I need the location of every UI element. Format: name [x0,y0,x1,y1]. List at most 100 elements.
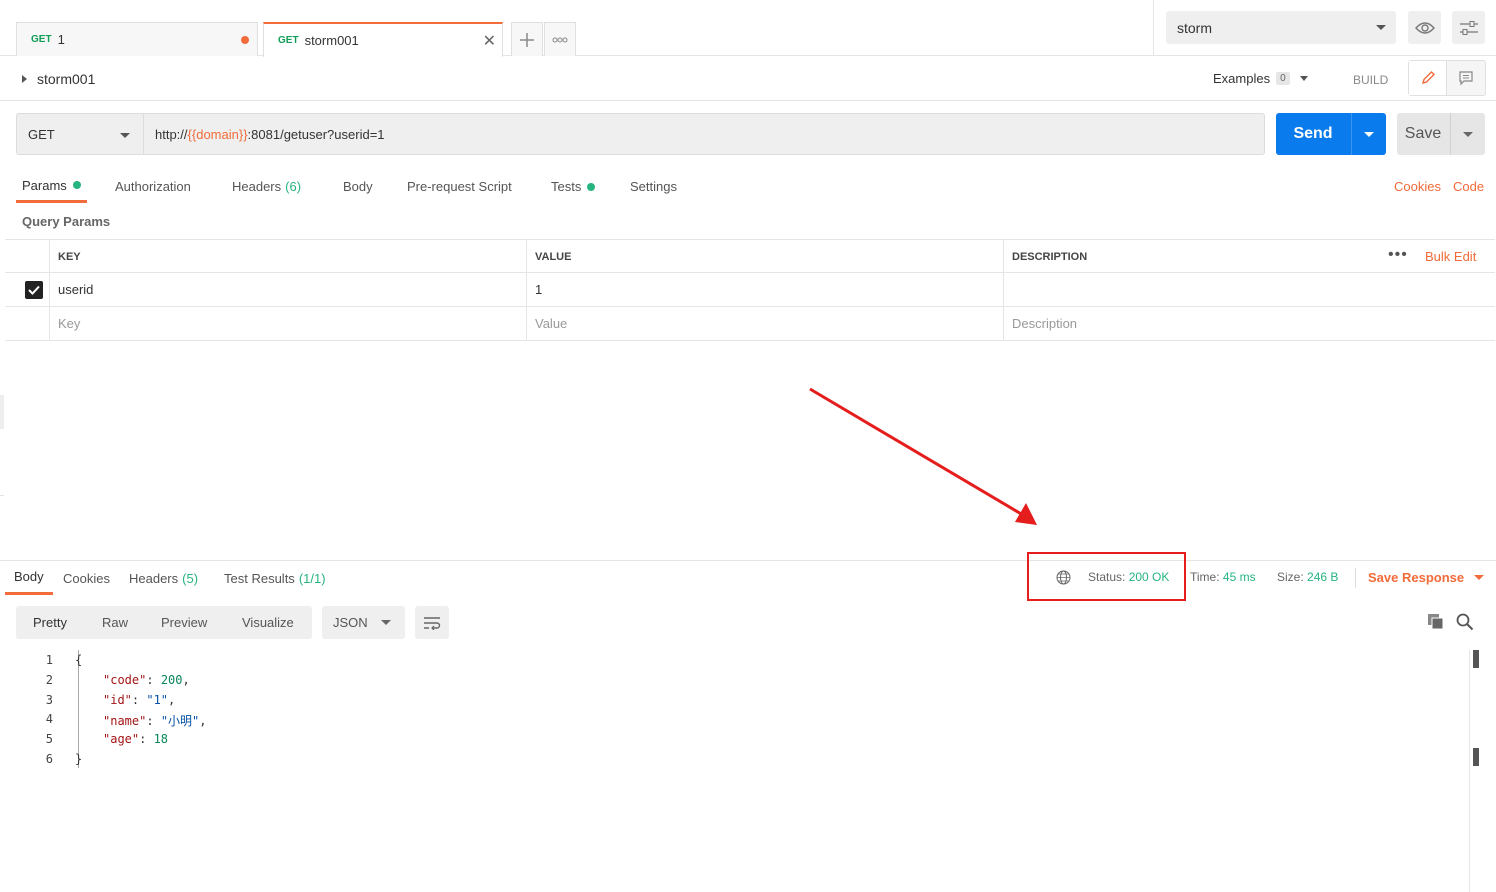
examples-dropdown[interactable]: Examples 0 [1213,71,1308,86]
json-value: 18 [153,732,169,746]
url-variable: {{domain}} [187,126,248,142]
tab-pre-request-script[interactable]: Pre-request Script [407,170,512,203]
param-description[interactable] [1003,273,1495,306]
new-tab-button[interactable] [511,22,543,56]
response-body-editor[interactable]: 1 2 3 4 5 6 { "code": 200, "id": "1", "n… [5,650,1470,890]
view-visualize[interactable]: Visualize [242,606,294,639]
environment-quick-look-button[interactable] [1408,11,1441,44]
new-value-input[interactable]: Value [526,307,1004,340]
line-number: 5 [45,732,53,746]
annotation-highlight-box [1027,552,1186,601]
copy-icon[interactable] [1427,613,1445,630]
save-button[interactable]: Save [1397,113,1449,155]
scrollbar-thumb[interactable] [1473,650,1479,668]
build-label: BUILD [1353,73,1389,87]
view-raw[interactable]: Raw [102,606,128,639]
tab-tests[interactable]: Tests [551,170,596,203]
tab-label: Test Results [224,570,295,586]
tab-label: Body [343,179,373,194]
sliders-icon [1459,20,1478,35]
request-tab-1[interactable]: GET 1 [16,22,258,56]
chevron-down-icon [1463,131,1473,137]
more-horizontal-icon[interactable]: ••• [1388,246,1408,264]
tab-body[interactable]: Body [343,170,373,203]
response-tab-test-results[interactable]: Test Results (1/1) [224,561,326,595]
time-label: Time: [1190,570,1220,584]
comment-icon [1459,71,1473,86]
tab-method: GET [278,35,299,46]
code-line: "age": 18 [103,732,169,746]
tab-label: Headers [129,570,179,586]
view-pretty[interactable]: Pretty [33,606,67,639]
url-prefix: http:// [155,126,188,142]
mode-toggle [1408,60,1486,96]
line-number: 1 [45,653,53,667]
send-button[interactable]: Send [1276,113,1350,155]
more-horizontal-icon [552,37,568,42]
chevron-down-icon [1376,25,1386,30]
checkmark-icon [28,285,40,295]
comments-button[interactable] [1447,61,1485,95]
response-tab-body[interactable]: Body [5,561,53,595]
response-header: Body Cookies Headers (5) Test Results (1… [0,560,1496,595]
plus-icon [520,32,534,47]
close-icon[interactable]: ✕ [483,31,496,51]
send-options-button[interactable] [1351,113,1386,155]
response-tab-cookies[interactable]: Cookies [63,561,110,595]
line-number: 6 [45,752,53,766]
code-line: "id": "1", [103,693,176,707]
format-select[interactable]: JSON [322,606,405,639]
param-value[interactable]: 1 [526,273,1004,306]
format-value: JSON [333,615,368,630]
wrap-lines-button[interactable] [415,606,449,639]
url-input[interactable]: http:// {{domain}} :8081/getuser?userid=… [144,113,1265,155]
response-size[interactable]: Size: 246 B [1277,570,1338,584]
save-options-button[interactable] [1450,113,1485,155]
tab-params[interactable]: Params [16,170,87,203]
manage-environments-button[interactable] [1452,11,1485,44]
fold-guide [78,650,79,768]
code-line: } [75,752,83,766]
body-view-options: Pretty Raw Preview Visualize [16,606,312,639]
eye-icon [1414,21,1435,34]
divider [1355,568,1356,588]
code-line: { [75,653,83,667]
new-description-input[interactable]: Description [1003,307,1495,340]
line-number: 2 [45,673,53,687]
status-dot-icon [587,182,596,191]
tab-headers[interactable]: Headers (6) [232,170,301,203]
environment-select[interactable]: storm [1166,11,1396,44]
row-checkbox[interactable] [25,281,43,299]
table-row-new: Key Value Description [5,307,1495,341]
param-key[interactable]: userid [49,273,527,306]
tab-label: Cookies [63,570,110,586]
tab-options-button[interactable] [544,22,576,56]
save-response-button[interactable]: Save Response [1368,570,1485,585]
save-button-group: Save [1397,113,1485,155]
edit-mode-button[interactable] [1409,61,1447,95]
response-time[interactable]: Time: 45 ms [1190,570,1256,584]
json-value: "1" [146,693,169,707]
environment-selected: storm [1177,19,1212,36]
chevron-down-icon [381,620,391,625]
code-line: "code": 200, [103,673,190,687]
code-link[interactable]: Code [1453,179,1484,194]
time-value: 45 ms [1222,570,1256,584]
tab-label: Tests [551,179,582,194]
tab-label: Authorization [115,179,191,194]
tab-authorization[interactable]: Authorization [115,170,191,203]
response-tab-headers[interactable]: Headers (5) [129,561,198,595]
tab-settings[interactable]: Settings [630,170,677,203]
send-button-group: Send [1276,113,1386,155]
cookies-link[interactable]: Cookies [1394,179,1441,194]
method-select[interactable]: GET [16,113,144,155]
view-preview[interactable]: Preview [161,606,207,639]
search-icon[interactable] [1456,613,1474,631]
size-value: 246 B [1307,570,1339,584]
request-tab-storm001[interactable]: GET storm001 ✕ [263,22,503,57]
new-key-input[interactable]: Key [49,307,527,340]
request-name[interactable]: storm001 [22,71,95,87]
scrollbar-thumb[interactable] [1473,748,1479,766]
bulk-edit-link[interactable]: Bulk Edit [1425,249,1476,264]
json-comma: , [182,673,190,687]
